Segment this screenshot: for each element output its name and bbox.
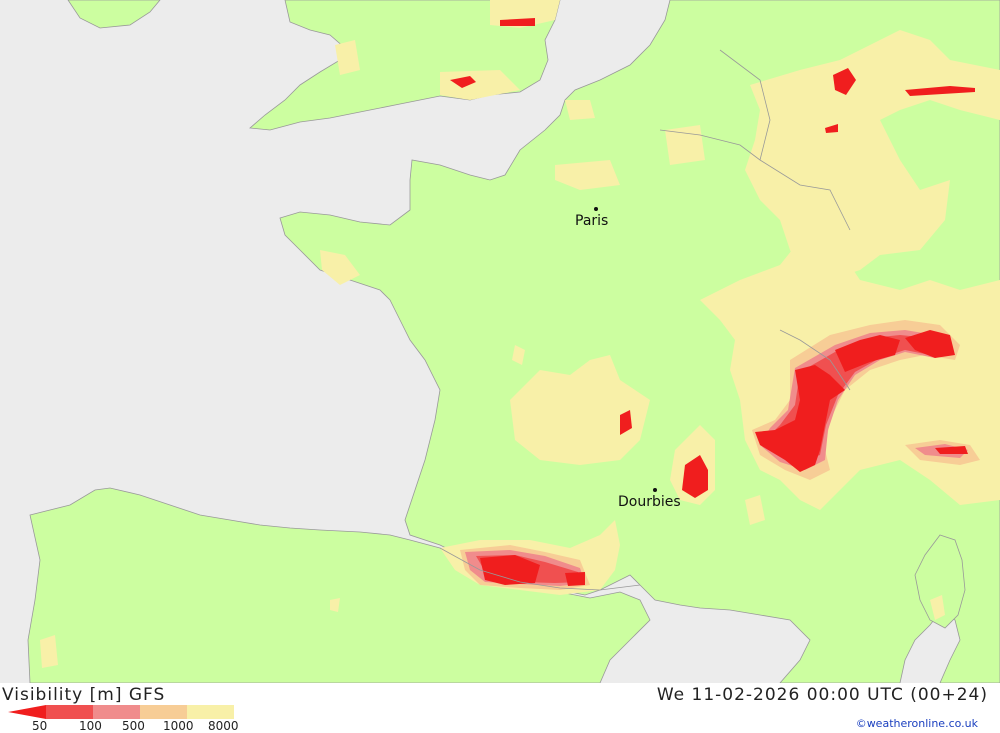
- legend-tick-8000: 8000: [208, 719, 239, 733]
- legend-color-bar: [8, 705, 234, 719]
- legend-swatch-below-50: [8, 705, 46, 719]
- valid-time: We 11-02-2026 00:00 UTC (00+24): [656, 685, 988, 705]
- visibility-map: [0, 0, 1000, 683]
- legend-swatch-500-1000: [140, 705, 187, 719]
- credit-link[interactable]: ©weatheronline.co.uk: [856, 717, 978, 730]
- legend-tick-500: 500: [122, 719, 145, 733]
- dourbies-marker: [653, 488, 657, 492]
- legend-tick-50: 50: [32, 719, 48, 733]
- city-label-paris: Paris: [575, 213, 609, 229]
- legend-swatch-100-500: [93, 705, 140, 719]
- legend-swatch-50-100: [46, 705, 93, 719]
- paris-marker: [594, 207, 598, 211]
- legend-tick-1000: 1000: [163, 719, 194, 733]
- legend-tick-100: 100: [79, 719, 102, 733]
- map-footer: Visibility [m] GFS We 11-02-2026 00:00 U…: [0, 683, 1000, 733]
- legend-swatch-1000-8000: [187, 705, 234, 719]
- map-title: Visibility [m] GFS: [2, 685, 166, 705]
- city-label-dourbies: Dourbies: [618, 494, 681, 510]
